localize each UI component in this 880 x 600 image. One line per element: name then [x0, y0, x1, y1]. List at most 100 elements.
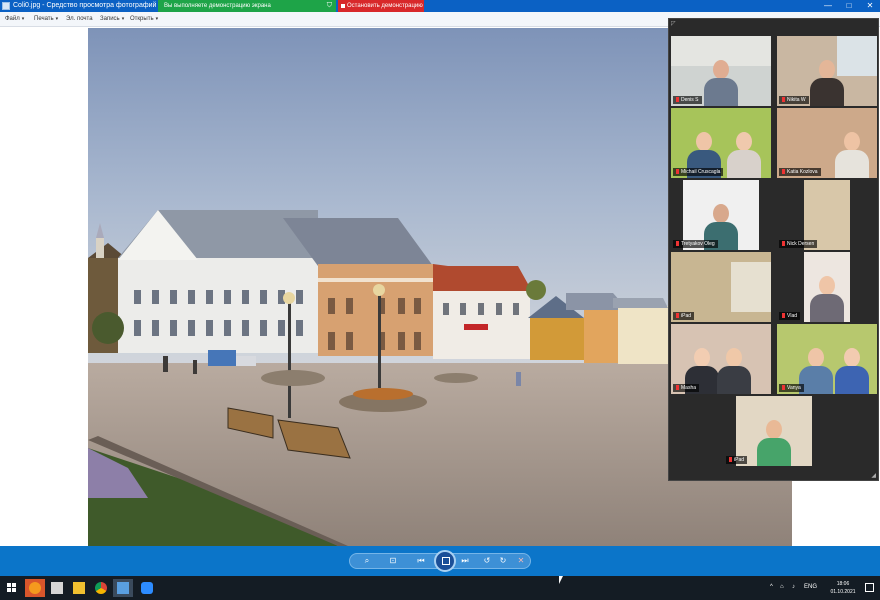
taskbar-app-explorer[interactable]: [69, 579, 89, 597]
video-tile[interactable]: Masha: [671, 324, 771, 394]
menu-email-label: Эл. почта: [66, 16, 93, 22]
chevron-down-icon: ▾: [21, 16, 25, 22]
chrome-icon: [95, 582, 107, 594]
participant-avatar: [715, 346, 753, 394]
muted-mic-icon: [676, 313, 679, 318]
menu-burn-label: Запись: [100, 16, 120, 22]
slideshow-button[interactable]: [434, 550, 456, 572]
volume-icon[interactable]: ♪: [792, 584, 795, 590]
muted-mic-icon: [782, 169, 785, 174]
photo-controls-bar: ⌕ ⊡ ⏮ ⏭ ↺ ↻ ✕: [0, 546, 880, 576]
video-tile[interactable]: Tretyakov Oleg: [671, 180, 771, 250]
chevron-up-icon[interactable]: ^: [770, 584, 773, 590]
video-tile[interactable]: Michail Cruscagla: [671, 108, 771, 178]
participant-name: iPad: [726, 456, 748, 464]
muted-mic-icon: [676, 241, 679, 246]
rotate-left-button[interactable]: ↺: [480, 555, 494, 567]
participant-name: Vlad: [779, 312, 801, 320]
taskbar-app-chrome[interactable]: [91, 579, 111, 597]
chevron-down-icon: ▾: [155, 16, 159, 22]
participant-name-text: iPad: [734, 457, 745, 463]
screen-share-banner[interactable]: Вы выполняете демонстрацию экрана ⛉: [158, 0, 336, 12]
participant-name: Tretyakov Oleg: [673, 240, 718, 248]
taskbar-app-files[interactable]: [47, 579, 67, 597]
video-tile[interactable]: iPad: [724, 396, 824, 466]
participant-name-text: Tretyakov Oleg: [681, 241, 715, 247]
zoom-button[interactable]: ⌕: [360, 555, 374, 567]
video-tile[interactable]: Nick Dersen: [777, 180, 877, 250]
participant-avatar: [833, 130, 871, 178]
participant-name: iPad: [673, 312, 695, 320]
menu-file[interactable]: Файл ▾: [5, 16, 24, 22]
participant-name: Denis S: [673, 96, 702, 104]
network-icon[interactable]: ⌂: [780, 584, 784, 590]
resize-handle-icon[interactable]: ◸: [671, 20, 676, 27]
muted-mic-icon: [782, 97, 785, 102]
close-button[interactable]: ✕: [860, 0, 880, 12]
menu-print-label: Печать: [34, 16, 54, 22]
system-tray: ^ ⌂ ♪ ENG 18:06 01.10.2021: [770, 576, 880, 600]
participant-name-text: Denis S: [681, 97, 699, 103]
next-button[interactable]: ⏭: [458, 555, 472, 567]
photo-viewer-icon: [117, 582, 129, 594]
windows-logo-icon: [7, 583, 16, 592]
actual-size-button[interactable]: ⊡: [386, 555, 400, 567]
participant-name-text: Michail Cruscagla: [681, 169, 721, 175]
chevron-down-icon: ▾: [55, 16, 59, 22]
video-tile[interactable]: Vanya: [777, 324, 877, 394]
participant-name: Katia Kozlova: [779, 168, 821, 176]
title-bar: Coli0.jpg - Средство просмотра фотографи…: [0, 0, 880, 12]
menu-email[interactable]: Эл. почта: [66, 16, 93, 22]
file-icon: [51, 582, 63, 594]
menu-file-label: Файл: [5, 16, 20, 22]
video-tile[interactable]: Nikita W: [777, 36, 877, 106]
previous-button[interactable]: ⏮: [414, 555, 428, 567]
chevron-down-icon: ▾: [121, 16, 125, 22]
video-tile[interactable]: Katia Kozlova: [777, 108, 877, 178]
muted-mic-icon: [729, 457, 732, 462]
clock-time[interactable]: 18:06: [828, 581, 858, 587]
rotate-right-button[interactable]: ↻: [496, 555, 510, 567]
clock-date[interactable]: 01.10.2021: [828, 589, 858, 595]
language-indicator[interactable]: ENG: [804, 584, 817, 590]
shield-icon: ⛉: [326, 2, 332, 9]
maximize-button[interactable]: □: [839, 0, 859, 12]
participant-avatar: [725, 130, 763, 178]
firefox-icon: [29, 582, 41, 594]
menu-open-label: Открыть: [130, 16, 154, 22]
muted-mic-icon: [782, 241, 785, 246]
video-tile[interactable]: Denis S: [671, 36, 771, 106]
video-tile[interactable]: Vlad: [777, 252, 877, 322]
participant-name: Nick Dersen: [779, 240, 818, 248]
participant-avatar: [808, 58, 846, 106]
muted-mic-icon: [676, 169, 679, 174]
desktop-screen: Coli0.jpg - Средство просмотра фотографи…: [0, 0, 880, 600]
muted-mic-icon: [782, 385, 785, 390]
delete-button[interactable]: ✕: [514, 555, 528, 567]
photo-controls: ⌕ ⊡ ⏮ ⏭ ↺ ↻ ✕: [349, 550, 531, 572]
participant-avatar: [755, 418, 793, 466]
menu-open[interactable]: Открыть ▾: [130, 16, 158, 22]
screen-share-banner-text: Вы выполняете демонстрацию экрана: [164, 3, 271, 9]
resize-handle-icon[interactable]: ◢: [871, 472, 876, 479]
taskbar-app-photos[interactable]: [113, 579, 133, 597]
taskbar-app-zoom[interactable]: [137, 579, 157, 597]
participant-name: Masha: [673, 384, 700, 392]
menu-print[interactable]: Печать ▾: [34, 16, 58, 22]
participant-name: Michail Cruscagla: [673, 168, 724, 176]
stop-share-button[interactable]: Остановить демонстрацию: [338, 0, 424, 12]
minimize-button[interactable]: —: [818, 0, 838, 12]
mouse-cursor-icon: [559, 576, 563, 584]
taskbar-app-firefox[interactable]: [25, 579, 45, 597]
muted-mic-icon: [782, 313, 785, 318]
participant-name-text: iPad: [681, 313, 692, 319]
taskbar: ^ ⌂ ♪ ENG 18:06 01.10.2021: [0, 576, 880, 600]
notification-icon[interactable]: [865, 583, 874, 592]
start-button[interactable]: [2, 579, 22, 597]
participant-name-text: Katia Kozlova: [787, 169, 818, 175]
participant-name-text: Vlad: [787, 313, 798, 319]
video-tile[interactable]: iPad: [671, 252, 771, 322]
video-gallery-panel: ◸ Denis S Nikita W Michail Cruscagla Kat…: [668, 18, 879, 481]
menu-burn[interactable]: Запись ▾: [100, 16, 124, 22]
participant-name-text: Nick Dersen: [787, 241, 815, 247]
